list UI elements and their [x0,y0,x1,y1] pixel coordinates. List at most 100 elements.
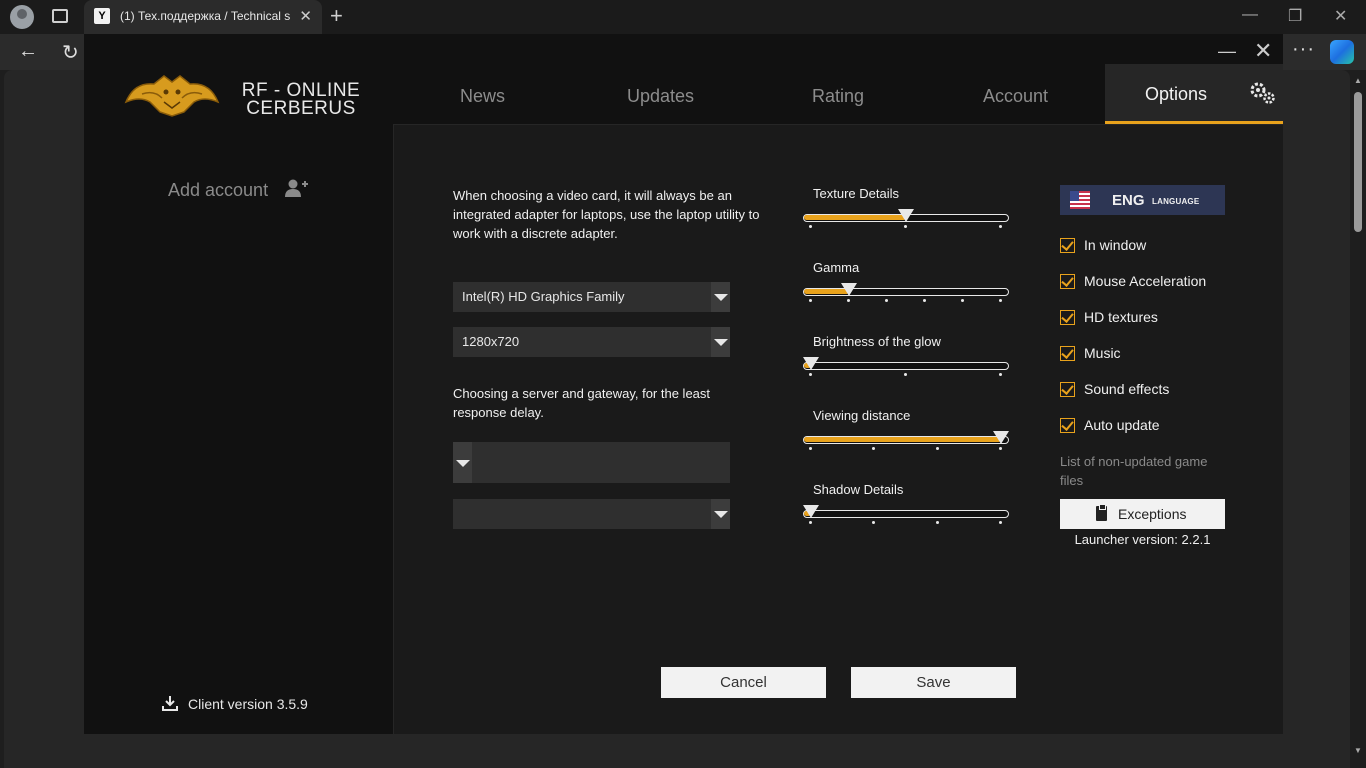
browser-tab-bar: Y (1) Тех.поддержка / Technical su ✕ + —… [0,0,1366,34]
slider-thumb[interactable] [803,505,819,518]
slider-tick [809,521,812,524]
chevron-down-icon[interactable] [711,282,730,312]
back-icon[interactable]: ← [18,40,38,63]
new-tab-icon[interactable]: + [330,3,343,29]
slider-track[interactable] [803,357,1009,376]
slider-thumb[interactable] [898,209,914,222]
us-flag-icon [1070,191,1090,209]
nav-tab-options[interactable]: Options [1105,64,1283,124]
slider-tick [809,299,812,302]
options-panel: When choosing a video card, it will alwa… [393,124,1283,734]
video-adapter-value: Intel(R) HD Graphics Family [462,289,625,304]
settings-gears-icon [1250,82,1275,104]
refresh-icon[interactable]: ↻ [62,40,79,65]
slider-tick [961,299,964,302]
scroll-up-icon[interactable]: ▲ [1354,76,1362,85]
language-label: LANGUAGE [1152,197,1200,206]
checkbox-label: HD textures [1084,309,1158,325]
checkbox[interactable] [1060,238,1075,253]
download-icon [162,696,178,711]
launcher-version: Launcher version: 2.2.1 [1074,532,1211,547]
slider-label: Gamma [813,260,860,275]
add-user-icon[interactable] [284,178,308,198]
scrollbar-thumb[interactable] [1354,92,1362,232]
chevron-down-icon[interactable] [453,442,472,483]
checkbox[interactable] [1060,382,1075,397]
exceptions-button[interactable]: Exceptions [1060,499,1225,529]
tab-actions-icon[interactable] [52,9,68,23]
nav-tab-rating[interactable]: Rating [812,86,864,107]
non-updated-files-label: List of non-updated game files [1060,454,1208,488]
video-adapter-select[interactable]: Intel(R) HD Graphics Family [453,282,730,312]
slider-tick [935,447,939,450]
checkbox-label: In window [1084,237,1147,253]
server-select[interactable] [453,442,730,483]
save-button[interactable]: Save [851,667,1016,698]
checkbox[interactable] [1060,346,1075,361]
sidebar: Add account Client version 3.5.9 [84,124,393,734]
profile-avatar-icon[interactable] [10,5,34,29]
close-window-icon[interactable]: ✕ [1334,6,1347,26]
slider-tick [885,299,888,302]
server-description: Choosing a server and gateway, for the l… [453,386,711,420]
checkbox-label: Auto update [1084,417,1160,433]
cancel-button[interactable]: Cancel [661,667,826,698]
slider-tick [809,225,812,228]
language-button[interactable]: ENG LANGUAGE [1060,185,1225,215]
slider-track[interactable] [803,505,1009,524]
checkbox-label: Sound effects [1084,381,1170,397]
slider-tick [935,521,939,524]
restore-window-icon[interactable]: ❐ [1288,6,1302,26]
slider-thumb[interactable] [803,357,819,370]
logo-text: RF - ONLINE CERBERUS [236,81,366,119]
page-scrollbar[interactable]: ▲ ▼ [1350,70,1366,768]
checkbox[interactable] [1060,418,1075,433]
nav-tab-news[interactable]: News [460,86,505,107]
save-label: Save [916,674,951,691]
checkbox[interactable] [1060,310,1075,325]
slider-thumb[interactable] [993,431,1009,444]
slider-tick [999,299,1002,302]
nav-tab-account[interactable]: Account [983,86,1048,107]
launcher-window: — ✕ RF - ONLINE CERBERUS News Updates Ra… [84,34,1283,734]
slider-tick [809,447,812,450]
chevron-down-icon[interactable] [711,327,730,357]
clipboard-icon [1096,504,1107,521]
minimize-window-icon[interactable]: — [1242,6,1258,24]
nav-tab-updates[interactable]: Updates [627,86,694,107]
slider-label: Viewing distance [813,408,911,423]
exceptions-label: Exceptions [1118,506,1187,522]
client-version: Client version 3.5.9 [188,696,308,712]
scroll-down-icon[interactable]: ▼ [1354,746,1362,755]
more-options-icon[interactable]: ··· [1292,38,1315,61]
slider-fill [804,215,906,220]
nav-tab-options-label: Options [1145,84,1208,104]
add-account-button[interactable]: Add account [168,180,268,201]
launcher-minimize-icon[interactable]: — [1218,41,1236,62]
language-code: ENG [1112,192,1145,209]
launcher-close-icon[interactable]: ✕ [1254,38,1272,64]
checkbox-label: Mouse Acceleration [1084,273,1207,289]
slider-tick [872,521,876,524]
tab-title: (1) Тех.поддержка / Technical su [120,9,290,23]
logo-text-line2: CERBERUS [246,98,356,119]
checkbox-label: Music [1084,345,1121,361]
slider-thumb[interactable] [841,283,857,296]
gateway-select[interactable] [453,499,730,529]
slider-tick [999,373,1002,376]
slider-fill [804,437,1001,442]
slider-track[interactable] [803,209,1009,228]
slider-track[interactable] [803,283,1009,302]
chevron-down-icon[interactable] [711,499,730,529]
tab-close-icon[interactable]: ✕ [299,7,312,25]
slider-label: Brightness of the glow [813,334,941,349]
slider-track[interactable] [803,431,1009,450]
checkbox[interactable] [1060,274,1075,289]
resolution-select[interactable]: 1280x720 [453,327,730,357]
browser-tab[interactable]: Y (1) Тех.поддержка / Technical su ✕ [84,0,322,34]
cerberus-logo-icon [124,75,220,117]
copilot-icon[interactable] [1330,40,1354,64]
slider-tick [847,299,850,302]
slider-tick [999,225,1002,228]
slider-tick [872,447,876,450]
